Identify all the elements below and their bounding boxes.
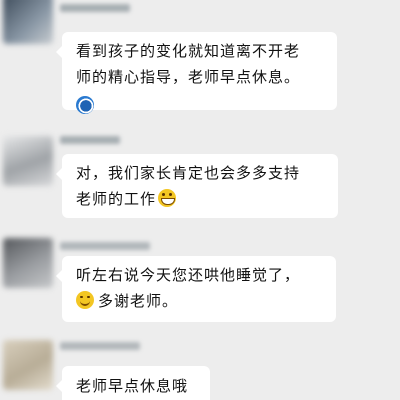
avatar[interactable] — [3, 238, 53, 288]
message-text-line: 老师早点休息哦 — [76, 377, 189, 395]
avatar[interactable] — [3, 340, 53, 390]
sender-name — [60, 136, 120, 144]
avatar[interactable] — [3, 0, 53, 44]
message-bubble[interactable]: 听左右说今天您还哄他睡觉了， 多谢老师。 — [56, 256, 336, 322]
message-text-line: 师的精心指导，老师早点休息。 — [76, 68, 301, 86]
smiling-face-icon — [76, 291, 94, 309]
message-text-line: 对，我们家长肯定也会多多支持 — [76, 164, 301, 182]
message-bubble[interactable]: 对，我们家长肯定也会多多支持 老师的工作 — [56, 154, 338, 218]
sender-name — [60, 342, 140, 350]
message-text-line: 看到孩子的变化就知道离不开老 — [76, 42, 301, 60]
chat-window: 看到孩子的变化就知道离不开老 师的精心指导，老师早点休息。 对，我们家长肯定也会… — [0, 0, 400, 400]
message-bubble[interactable]: 看到孩子的变化就知道离不开老 师的精心指导，老师早点休息。 — [56, 32, 337, 114]
message-text-line: 听左右说今天您还哄他睡觉了， — [76, 266, 301, 284]
message-bubble[interactable]: 老师早点休息哦 — [56, 366, 210, 400]
grinning-face-icon — [158, 189, 177, 207]
sender-name — [60, 4, 130, 12]
message-text-line: 多谢老师。 — [98, 292, 179, 310]
avatar[interactable] — [3, 136, 53, 186]
sender-name — [60, 242, 150, 250]
blue-swirl-emoji-icon — [76, 95, 94, 114]
message-text-line: 老师的工作 — [76, 190, 157, 208]
